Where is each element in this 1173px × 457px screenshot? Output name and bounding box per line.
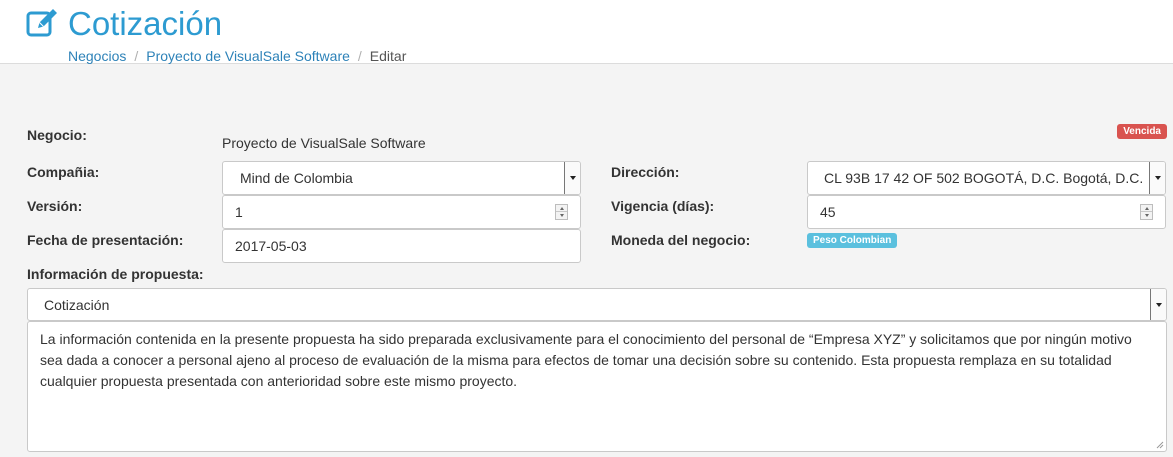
resize-handle-icon[interactable] (1156, 441, 1164, 449)
negocio-value: Proyecto de VisualSale Software (222, 135, 426, 151)
vigencia-label: Vigencia (días): (611, 198, 715, 214)
propuesta-select-value: Cotización (44, 296, 110, 313)
breadcrumb-separator: / (134, 48, 139, 64)
fecha-input-value: 2017-05-03 (235, 238, 307, 254)
version-label: Versión: (27, 198, 83, 214)
direccion-select-value: CL 93B 17 42 OF 502 BOGOTÁ, D.C. Bogotá,… (824, 170, 1147, 186)
breadcrumb-link-proyecto[interactable]: Proyecto de VisualSale Software (146, 48, 350, 64)
propuesta-textarea[interactable]: La información contenida en la presente … (27, 321, 1167, 452)
propuesta-text: La información contenida en la presente … (40, 331, 1132, 389)
compania-select-value: Mind de Colombia (240, 170, 353, 186)
edit-icon (26, 9, 57, 37)
number-spinner[interactable] (1140, 204, 1153, 220)
currency-badge: Peso Colombian (807, 233, 898, 248)
chevron-down-icon[interactable] (1149, 162, 1165, 194)
spinner-up-icon[interactable] (556, 205, 567, 212)
direccion-select[interactable]: CL 93B 17 42 OF 502 BOGOTÁ, D.C. Bogotá,… (807, 161, 1166, 195)
fecha-label: Fecha de presentación: (27, 232, 184, 248)
breadcrumb: Negocios / Proyecto de VisualSale Software… (68, 47, 406, 65)
propuesta-label: Información de propuesta: (27, 266, 204, 282)
spinner-up-icon[interactable] (1141, 205, 1152, 212)
number-spinner[interactable] (555, 204, 568, 220)
propuesta-select[interactable]: Cotización (27, 288, 1167, 321)
version-input-value: 1 (235, 204, 243, 220)
vigencia-input[interactable]: 45 (807, 195, 1166, 229)
spinner-down-icon[interactable] (556, 212, 567, 219)
breadcrumb-link-negocios[interactable]: Negocios (68, 48, 126, 64)
compania-label: Compañia: (27, 164, 100, 180)
chevron-down-icon[interactable] (564, 162, 580, 194)
fecha-input[interactable]: 2017-05-03 (222, 229, 581, 263)
direccion-label: Dirección: (611, 164, 680, 180)
page-header: Cotización Negocios / Proyecto de VisualSa… (0, 0, 1173, 64)
chevron-down-icon[interactable] (1150, 289, 1166, 320)
vigencia-input-value: 45 (820, 204, 836, 220)
compania-select[interactable]: Mind de Colombia (222, 161, 581, 195)
version-input[interactable]: 1 (222, 195, 581, 229)
status-badge: Vencida (1117, 124, 1167, 139)
breadcrumb-separator: / (357, 48, 362, 64)
page-title: Cotización (68, 5, 223, 42)
moneda-label: Moneda del negocio: (611, 232, 751, 248)
negocio-label: Negocio: (27, 127, 87, 143)
breadcrumb-current: Editar (369, 48, 407, 64)
spinner-down-icon[interactable] (1141, 212, 1152, 219)
